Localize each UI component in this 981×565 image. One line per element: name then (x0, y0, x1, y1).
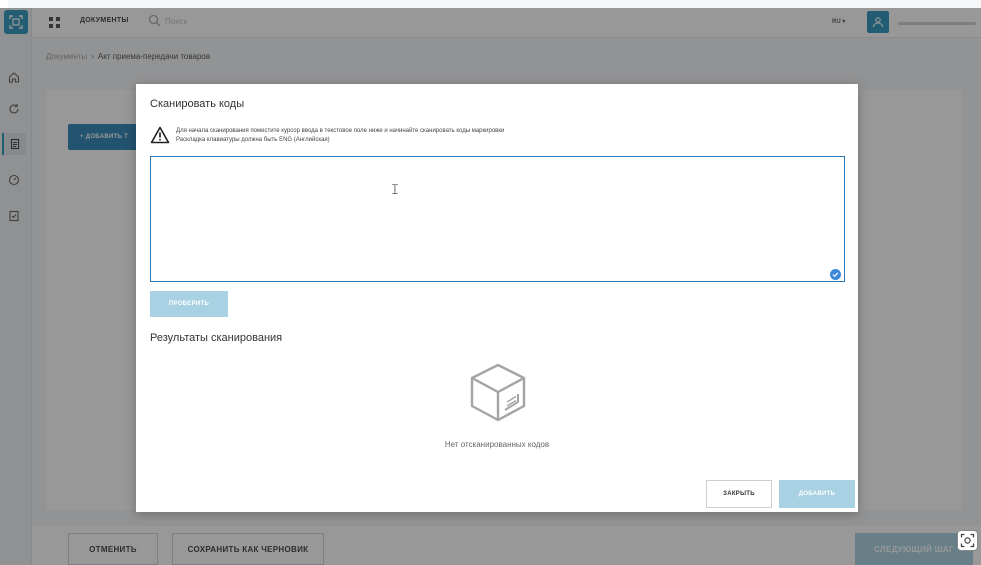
warning-icon (150, 126, 170, 149)
warning-line-1: Для начала сканирования поместите курсор… (176, 128, 505, 134)
modal-title: Сканировать коды (150, 98, 245, 110)
scan-codes-modal: Сканировать коды Для начала сканирования… (136, 84, 858, 512)
scan-fab-icon[interactable] (957, 530, 978, 551)
verify-button[interactable]: ПРОВЕРИТЬ (150, 291, 228, 317)
check-badge-icon (830, 269, 841, 280)
close-button[interactable]: ЗАКРЫТЬ (706, 480, 772, 508)
add-button[interactable]: ДОБАВИТЬ (779, 480, 855, 508)
empty-state-text: Нет отсканированных кодов (444, 440, 550, 449)
empty-box-icon (468, 362, 528, 429)
warning-line-2: Раскладка клавиатуры должна быть ENG (Ан… (176, 137, 330, 143)
results-title: Результаты сканирования (150, 332, 283, 344)
scan-codes-input[interactable] (150, 156, 845, 282)
warning-text: Для начала сканирования поместите курсор… (176, 127, 504, 145)
